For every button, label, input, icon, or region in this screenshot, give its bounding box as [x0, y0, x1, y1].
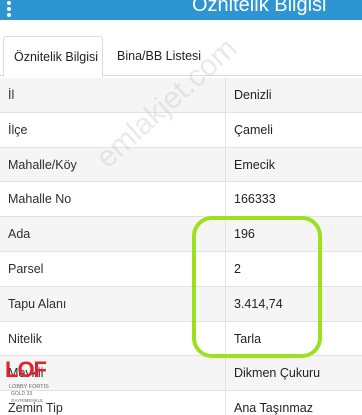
attribute-key: Tapu Alanı: [8, 296, 67, 311]
column-divider: [225, 147, 226, 183]
attribute-value: Çameli: [234, 122, 273, 137]
attribute-value: Denizli: [234, 88, 272, 102]
attribute-key: Mevkii: [8, 366, 44, 381]
attribute-value: Tarla: [234, 331, 262, 346]
table-row: Tapu Alanı 3.414,74: [0, 286, 362, 322]
table-row: Nitelik Tarla: [0, 321, 362, 357]
attribute-key: İlçe: [8, 122, 28, 137]
attribute-value: Emecik: [234, 157, 275, 172]
app-header: Öznitelik Bilgisi: [0, 0, 362, 20]
attribute-key: Zemin Tip: [8, 401, 63, 415]
column-divider: [225, 356, 226, 392]
table-row: Mahalle No 166333: [0, 182, 362, 218]
attribute-value: 196: [234, 227, 255, 242]
table-row: İlçe Çameli: [0, 112, 362, 148]
attribute-value: 2: [234, 261, 241, 276]
attribute-key: Ada: [8, 227, 31, 242]
attribute-key: Parsel: [8, 261, 44, 276]
table-row: İl Denizli: [0, 78, 362, 113]
attribute-value: 3.414,74: [234, 296, 283, 311]
attribute-key: İl: [8, 88, 15, 102]
column-divider: [225, 112, 226, 148]
tab-bar: Öznitelik Bilgisi Bina/BB Listesi: [0, 36, 362, 77]
column-divider: [225, 182, 226, 218]
table-row: Parsel 2: [0, 251, 362, 287]
column-divider: [225, 251, 226, 287]
more-vertical-icon[interactable]: [7, 0, 13, 20]
tab-oznitelik-bilgisi[interactable]: Öznitelik Bilgisi: [3, 36, 103, 77]
attribute-key: Nitelik: [8, 331, 43, 346]
attribute-key: Mahalle No: [8, 192, 72, 207]
table-row: Ada 196: [0, 217, 362, 252]
attribute-table: İl Denizli İlçe Çameli Mahalle/Köy Emeci…: [0, 78, 362, 415]
column-divider: [225, 391, 226, 415]
tab-bina-bb-listesi[interactable]: Bina/BB Listesi: [107, 36, 211, 76]
column-divider: [225, 78, 226, 113]
column-divider: [225, 217, 226, 252]
attribute-value: Dikmen Çukuru: [234, 366, 321, 381]
attribute-value: Ana Taşınmaz: [234, 401, 313, 415]
column-divider: [225, 321, 226, 357]
column-divider: [225, 286, 226, 322]
attribute-value: 166333: [234, 192, 276, 207]
table-row: Mevkii Dikmen Çukuru: [0, 356, 362, 392]
table-row: Mahalle/Köy Emecik: [0, 147, 362, 183]
table-row: Zemin Tip Ana Taşınmaz: [0, 391, 362, 415]
attribute-key: Mahalle/Köy: [8, 157, 77, 172]
page-title: Öznitelik Bilgisi: [192, 0, 327, 16]
